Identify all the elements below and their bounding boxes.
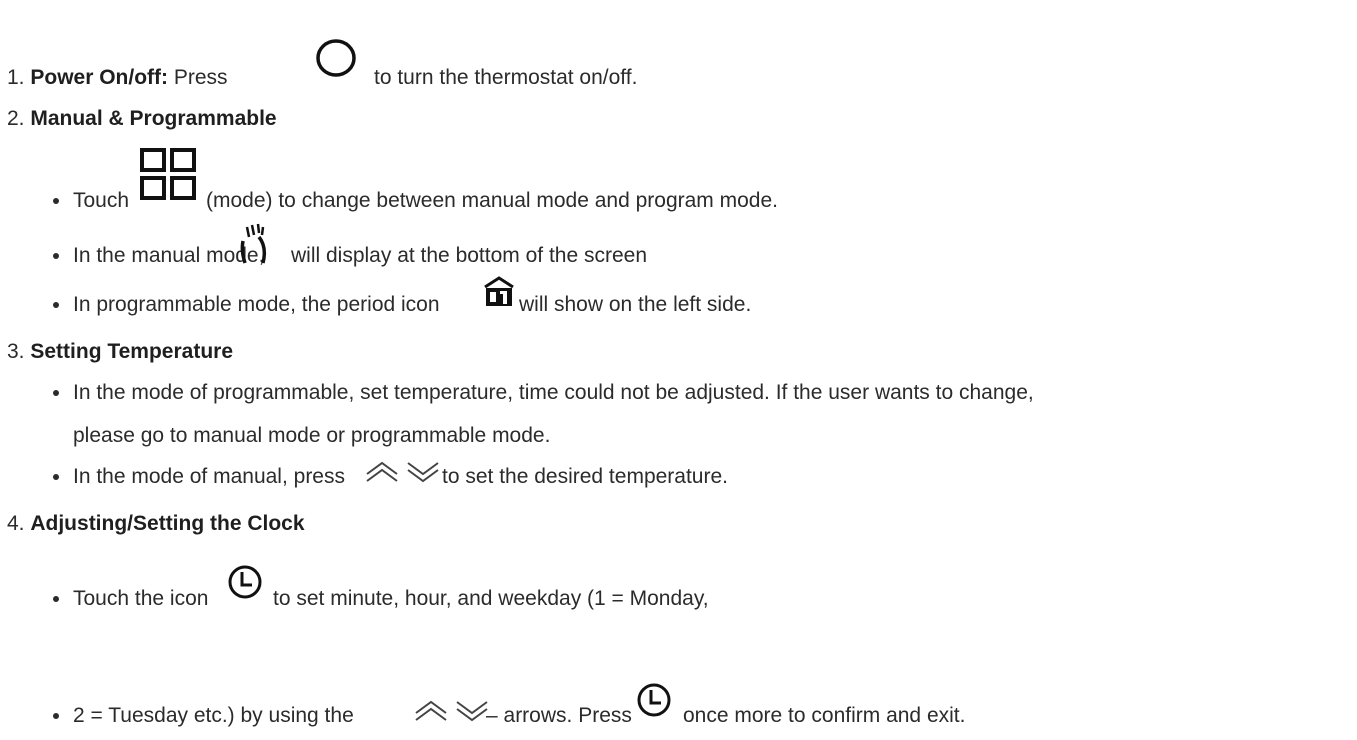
bullet-dot [53, 253, 59, 259]
up-down-chevrons-icon [413, 697, 493, 725]
list-item-power: 1. Power On/off: Press [7, 66, 228, 90]
bullet-text-after: to set minute, hour, and weekday (1 = Mo… [273, 587, 709, 610]
item-text: Press [173, 66, 228, 89]
item-number: 1. [7, 66, 25, 89]
item-title: Adjusting/Setting the Clock [30, 512, 305, 535]
bullet-dot [53, 390, 59, 396]
list-item-manual-programmable: 2. Manual & Programmable [7, 107, 277, 131]
bullet-text: In programmable mode, the period icon [73, 293, 440, 316]
power-circle-icon [314, 36, 358, 80]
item-number: 4. [7, 512, 25, 535]
bullet-text-after: to set the desired temperature. [442, 465, 728, 488]
bullet-text: In the mode of manual, press [73, 465, 345, 488]
item-text-after: to turn the thermostat on/off. [374, 66, 638, 89]
bullet-text: Touch [73, 189, 130, 212]
mode-grid-icon [140, 148, 198, 200]
item-title: Power On/off: [30, 66, 169, 89]
bullet-text-after: once more to confirm and exit. [683, 704, 966, 727]
item-title: Setting Temperature [30, 340, 234, 363]
bullet-text-after: will show on the left side. [519, 293, 752, 316]
hand-icon [237, 223, 275, 265]
bullet-dot [53, 713, 59, 719]
list-item-clock: 4. Adjusting/Setting the Clock [7, 512, 305, 536]
bullet-dot [53, 474, 59, 480]
bullet-dot [53, 302, 59, 308]
clock-icon [636, 682, 672, 718]
item-number: 2. [7, 107, 25, 130]
list-item-setting-temperature: 3. Setting Temperature [7, 340, 233, 364]
bullet-text-after: will display at the bottom of the screen [291, 244, 648, 267]
bullet-text: In the manual mode, [73, 244, 265, 267]
item-title: Manual & Programmable [30, 107, 277, 130]
clock-icon [227, 564, 263, 600]
bullet-dot [53, 596, 59, 602]
bullet-text: In the mode of programmable, set tempera… [73, 381, 1034, 404]
bullet-text-after: (mode) to change between manual mode and… [206, 189, 779, 212]
up-down-chevrons-icon [364, 458, 444, 486]
item-number: 3. [7, 340, 25, 363]
bullet-text-mid: – arrows. Press [486, 704, 632, 727]
bullet-text-continued: please go to manual mode or programmable… [73, 424, 551, 447]
bullet-text: Touch the icon [73, 587, 209, 610]
period-home-icon [482, 276, 516, 308]
bullet-dot [53, 198, 59, 204]
bullet-text: 2 = Tuesday etc.) by using the [73, 704, 354, 727]
